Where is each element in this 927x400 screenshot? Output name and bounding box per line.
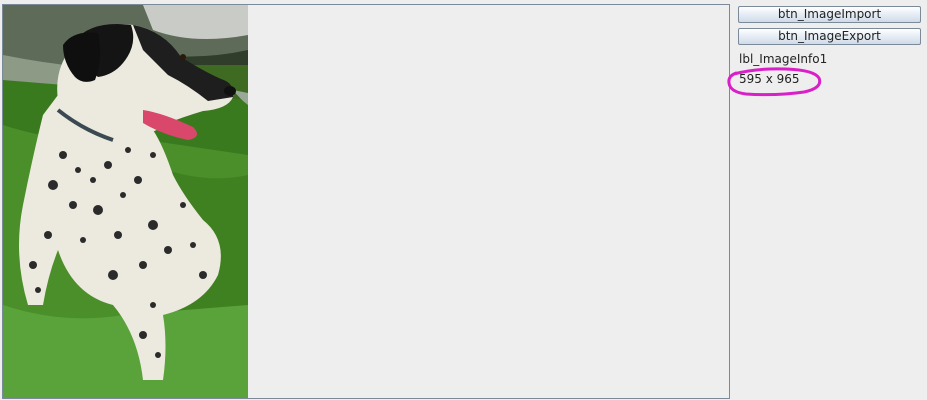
image-info-label: lbl_ImageInfo1: [739, 52, 828, 66]
image-export-button[interactable]: btn_ImageExport: [738, 28, 921, 45]
image-size-value: 595 x 965: [739, 72, 800, 86]
dog-photo: [3, 5, 248, 398]
image-import-button[interactable]: btn_ImageImport: [738, 6, 921, 23]
image-canvas-panel: [2, 4, 730, 399]
